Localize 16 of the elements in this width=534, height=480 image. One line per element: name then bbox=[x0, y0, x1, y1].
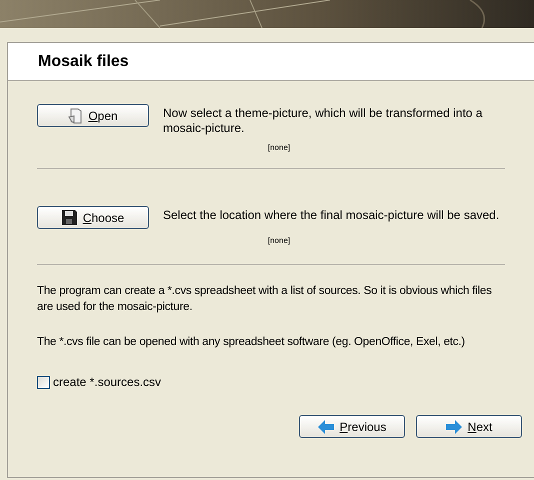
checkbox-label: create *.sources.csv bbox=[53, 374, 162, 391]
file-button[interactable]: Choose bbox=[37, 206, 149, 229]
checkbox[interactable] bbox=[37, 376, 50, 388]
info-text: The program can create a *.cvs spreadsheet with a list of sources. So it is obvious which files are used for the mosaic-picture. bbox=[37, 284, 493, 315]
info-text: The *.cvs file can be opened with any spreadsheet software (eg. OpenOffice, Exel, etc.) bbox=[37, 335, 466, 350]
page-title: Mosaik files bbox=[38, 52, 129, 72]
nav-button[interactable]: Previous bbox=[299, 415, 405, 438]
nav-button[interactable]: Next bbox=[416, 415, 522, 438]
description-text: Now select a theme-picture, which will be transformed into a mosaic-picture. bbox=[163, 105, 484, 136]
path-label: [none] bbox=[268, 235, 290, 247]
page-icon bbox=[68, 108, 82, 124]
right-arrow-icon bbox=[446, 420, 462, 434]
description-text: Select the location where the final mosaic-picture will be saved. bbox=[163, 207, 500, 223]
left-arrow-icon bbox=[318, 420, 334, 434]
file-button[interactable]: Open bbox=[37, 104, 149, 127]
path-label: [none] bbox=[268, 142, 290, 154]
